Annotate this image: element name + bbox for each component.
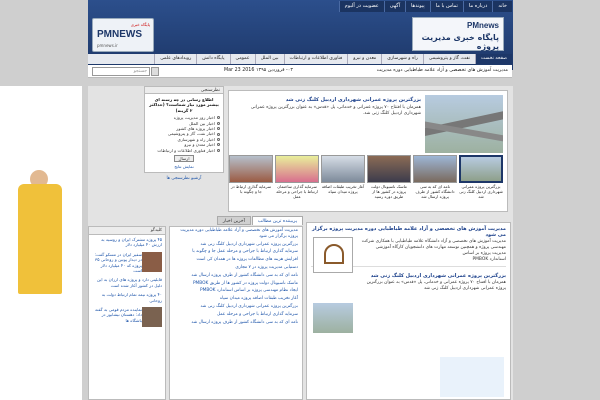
news-description: همزمان با افتتاح ۷۰ پروژه عمرانی و خدمات… bbox=[366, 280, 506, 291]
poll-results-link[interactable]: نمایش نتایج bbox=[148, 164, 220, 169]
radio-icon[interactable] bbox=[217, 116, 220, 120]
list-item[interactable]: سرمایه گذاری ارتباط با جراحی و مرحله عمل bbox=[170, 311, 302, 319]
logo-fa-tag: پایگاه خبری bbox=[130, 22, 150, 27]
nav-international[interactable]: بین الملل bbox=[254, 54, 284, 64]
search-button[interactable] bbox=[151, 67, 159, 76]
side-advertisement[interactable] bbox=[0, 86, 82, 400]
list-item[interactable]: آغاز تخریب طبقات اضافه پروژه میدان سپاه bbox=[170, 295, 302, 303]
list-item[interactable]: قابلیتی دارد و پروژه های ارزان به این دل… bbox=[89, 275, 165, 290]
logo-tagline: pmnews.ir bbox=[97, 43, 118, 48]
poll-column: نظرسنجی اطلاع رسانی در چه رسته ای بیشتر … bbox=[144, 86, 224, 184]
top-link-ads[interactable]: آگهی bbox=[383, 1, 406, 12]
featured-news: بزرگترین پروژه عمرانی شهرداری اردبیل کلن… bbox=[228, 90, 508, 212]
poll-submit-button[interactable]: ارسال bbox=[174, 155, 194, 163]
ad-yellow-coat bbox=[18, 184, 62, 294]
poll-option[interactable]: اخبار فناوری اطلاعات و ارتباطات bbox=[148, 148, 220, 153]
nav-oil-gas[interactable]: نفت، گاز و پتروشیمی bbox=[422, 54, 475, 64]
nav-general[interactable]: عمومی bbox=[229, 54, 255, 64]
thumb-image bbox=[367, 155, 411, 183]
tab-most-viewed[interactable]: پربیننده ترین مطالب bbox=[251, 216, 303, 225]
keyword-header: کلیدگو bbox=[89, 227, 165, 235]
nav-knowledge[interactable]: پایگاه دانش bbox=[196, 54, 229, 64]
thumb-image bbox=[321, 155, 365, 183]
list-item[interactable]: بزرگترین پروژه عمرانی شهرداری اردبیل کلن… bbox=[170, 241, 302, 249]
pmnews-logo[interactable]: PMNEWS pmnews.ir پایگاه خبری bbox=[92, 18, 154, 52]
poll-question: اطلاع رسانی در چه رسته ای بیشتر مورد نیا… bbox=[149, 97, 219, 113]
top-links: خانه درباره ما تماس با ما پیوندها آگهی ع… bbox=[88, 1, 512, 12]
university-logo bbox=[313, 237, 353, 273]
featured-title[interactable]: بزرگترین پروژه عمرانی شهرداری اردبیل کلن… bbox=[233, 97, 421, 103]
radio-icon[interactable] bbox=[217, 132, 220, 136]
featured-thumbnails: بزرگترین پروژه عمرانی شهرداری اردبیل کلن… bbox=[229, 155, 503, 207]
news-description: مدیریت آموزش های تخصصی و آزاد دانشگاه عل… bbox=[361, 239, 506, 256]
top-link-contact[interactable]: تماس با ما bbox=[429, 1, 463, 12]
radio-icon[interactable] bbox=[217, 148, 220, 152]
top-link-links[interactable]: پیوندها bbox=[405, 1, 430, 12]
current-date: ۰۳- فروردین ۱۳۹۵ Mar 23 2016 bbox=[224, 68, 293, 73]
tabbed-news: پربیننده ترین مطالب آخرین اخبار کلیدگو ۴… bbox=[88, 216, 303, 400]
poll-box: اطلاع رسانی در چه رسته ای بیشتر مورد نیا… bbox=[144, 94, 224, 174]
tab-latest-news[interactable]: آخرین اخبار bbox=[216, 216, 251, 225]
top-link-home[interactable]: خانه bbox=[492, 1, 512, 12]
keyword-news-column: کلیدگو ۴۵ پروژه مشترک ایران و روسیه به ا… bbox=[88, 226, 166, 400]
ad-coat-image[interactable] bbox=[10, 170, 70, 300]
list-item[interactable]: ۴۵ پروژه مشترک ایران و روسیه به ارزش ۴۰ … bbox=[89, 235, 165, 250]
thumb-image bbox=[275, 155, 319, 183]
nav-events[interactable]: رویدادهای علمی bbox=[154, 54, 196, 64]
news-columns: کلیدگو ۴۵ پروژه مشترک ایران و روسیه به ا… bbox=[88, 226, 303, 400]
advertisement-banner[interactable] bbox=[440, 357, 504, 397]
poll-header: نظرسنجی bbox=[144, 86, 224, 94]
news-ticker[interactable]: مدیریت آموزش های تخصصی و آزاد علامه طباط… bbox=[377, 68, 508, 73]
banner-pm: PMnews bbox=[466, 21, 499, 30]
list-item[interactable]: ایجاد نظام مهندسی پروژه بر اساس استاندار… bbox=[170, 287, 302, 295]
poll-archive-link[interactable]: آرشیو نظرسنجی ها bbox=[144, 176, 224, 181]
main-content: نظرسنجی اطلاع رسانی در چه رسته ای بیشتر … bbox=[88, 86, 513, 400]
radio-icon[interactable] bbox=[217, 138, 220, 142]
featured-thumb[interactable]: سرمایه گذاری ارتباط در جا و چگونه با bbox=[229, 155, 273, 207]
featured-thumb[interactable]: آغاز تخریب طبقات اضافه پروژه میدان سپاه bbox=[321, 155, 365, 207]
list-item[interactable]: افزایش هزینه های مطالعات پروژه ها در همد… bbox=[170, 256, 302, 264]
featured-thumb[interactable]: نامه ای که به سی دانشگاه کشور از طرف پرو… bbox=[413, 155, 457, 207]
arch-icon bbox=[324, 244, 344, 264]
top-link-about[interactable]: درباره ما bbox=[462, 1, 493, 12]
featured-thumb[interactable]: بزرگترین پروژه عمرانی شهرداری اردبیل کلن… bbox=[459, 155, 503, 207]
nav-home[interactable]: صفحه نخست bbox=[475, 54, 512, 64]
thumb-image bbox=[459, 155, 503, 183]
banner-title: پایگاه خبری مدیریت پروژه bbox=[421, 33, 499, 51]
thumb-image bbox=[413, 155, 457, 183]
search-input[interactable]: جستجو bbox=[92, 67, 150, 76]
main-navigation: صفحه نخست نفت، گاز و پتروشیمی راه و شهرس… bbox=[88, 54, 512, 64]
featured-description: همزمان با افتتاح ۷۰ پروژه عمرانی و خدمات… bbox=[250, 105, 421, 116]
most-viewed-list: مدیریت آموزش های تخصصی و آزاد علامه طباط… bbox=[169, 226, 303, 400]
list-item[interactable]: دستیابی مدیریت پروژه در ۷ مجازی bbox=[170, 264, 302, 272]
tab-bar: پربیننده ترین مطالب آخرین اخبار bbox=[172, 216, 303, 225]
list-item[interactable]: سرمایه گذاری ارتباط با جراحی و مرحله عمل… bbox=[170, 248, 302, 256]
list-item[interactable]: مدیریت آموزش های تخصصی و آزاد علامه طباط… bbox=[170, 227, 302, 241]
radio-icon[interactable] bbox=[217, 143, 220, 147]
ticker-bar: مدیریت آموزش های تخصصی و آزاد علامه طباط… bbox=[88, 65, 512, 78]
nav-it[interactable]: فناوری اطلاعات و ارتباطات bbox=[283, 54, 348, 64]
site-title-banner[interactable]: PMnews پایگاه خبری مدیریت پروژه bbox=[412, 17, 504, 51]
list-item[interactable]: نامه ای که به سی دانشگاه کشور از طرف پرو… bbox=[170, 272, 302, 280]
featured-thumb[interactable]: سرمایه گذاری ساختمان ارتباط با جراحی و م… bbox=[275, 155, 319, 207]
featured-image[interactable] bbox=[425, 95, 503, 153]
news-thumb[interactable] bbox=[142, 251, 162, 272]
news-image[interactable] bbox=[313, 303, 353, 333]
nav-road-urban[interactable]: راه و شهرسازی bbox=[381, 54, 423, 64]
list-item[interactable]: ۴۰ پروژه نیمه تمام ارتباط دولت به روحانی bbox=[89, 290, 165, 305]
list-item[interactable]: بزرگترین پروژه عمرانی شهرداری اردبیل کلن… bbox=[170, 303, 302, 311]
radio-icon[interactable] bbox=[217, 121, 220, 125]
featured-thumb[interactable]: ماسک ناسیونال دولت پروژه در کشور ها از ط… bbox=[367, 155, 411, 207]
page: خانه درباره ما تماس با ما پیوندها آگهی ع… bbox=[0, 0, 600, 400]
nav-mine-energy[interactable]: معدن و نیرو bbox=[347, 54, 381, 64]
news-box: مدیریت آموزش های تخصصی و آزاد علامه طباط… bbox=[306, 222, 511, 400]
news-thumb[interactable] bbox=[142, 307, 162, 328]
top-link-subscribe[interactable]: عضویت در آلبوم bbox=[338, 1, 384, 12]
thumb-image bbox=[229, 155, 273, 183]
list-item[interactable]: نامه ای که به سی دانشگاه کشور از طرف پرو… bbox=[170, 319, 302, 327]
news-pmbok: استاندارد PMBOK bbox=[472, 257, 507, 262]
radio-icon[interactable] bbox=[217, 127, 220, 131]
list-item[interactable]: ماسک ناسیونال دولت پروژه در کشور ها از ط… bbox=[170, 280, 302, 288]
